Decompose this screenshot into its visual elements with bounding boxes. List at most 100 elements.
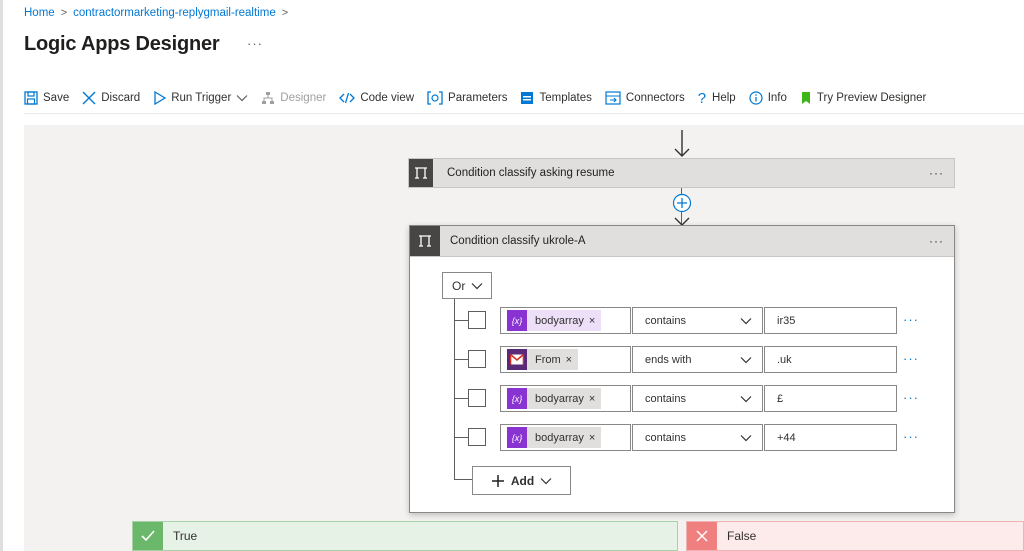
breadcrumb-home[interactable]: Home [24,7,55,19]
close-icon [82,91,96,105]
connectors-button[interactable]: Connectors [605,91,685,105]
designer-label: Designer [280,92,327,104]
true-branch-label: True [173,529,198,543]
breadcrumb-resource[interactable]: contractormarketing-replygmail-realtime [73,7,276,19]
chevron-down-icon [740,395,752,402]
operator-value: ends with [645,353,692,366]
info-label: Info [767,92,787,104]
row-more-button[interactable]: ··· [903,390,919,405]
condition-operator-select[interactable]: contains [632,385,763,412]
group-operator-value: Or [452,278,466,293]
false-branch-label: False [727,529,757,543]
card-more-button[interactable]: ··· [929,234,944,248]
templates-label: Templates [539,92,592,104]
dynamic-content-token: From × [507,349,579,370]
connectors-label: Connectors [625,92,685,104]
toolbar: Save Discard Run Trigger Designer Code v… [24,88,939,108]
close-icon [687,522,717,550]
insert-step-icon[interactable] [670,192,694,226]
save-button[interactable]: Save [24,91,69,105]
condition-right-operand[interactable]: +44 [764,424,897,451]
row-checkbox[interactable] [468,311,486,329]
chevron-down-icon [471,282,483,289]
tree-branch [454,320,468,321]
operator-value: contains [645,392,686,405]
chevron-down-icon [540,477,552,484]
dynamic-content-token: {x} bodyarray × [507,310,602,331]
add-condition-button[interactable]: Add [472,466,571,495]
row-checkbox[interactable] [468,350,486,368]
breadcrumb-separator: > [281,7,289,19]
card-title: Condition classify asking resume [447,167,615,179]
true-branch[interactable]: True [132,521,678,551]
row-checkbox[interactable] [468,428,486,446]
condition-right-operand[interactable]: £ [764,385,897,412]
operand-value: £ [777,392,784,405]
chevron-down-icon [740,356,752,363]
info-button[interactable]: Info [749,91,787,105]
condition-header[interactable]: Condition classify ukrole-A ··· [410,226,954,257]
parameters-icon [427,91,443,105]
help-label: Help [712,92,736,104]
condition-operator-select[interactable]: contains [632,424,763,451]
plus-icon [491,474,504,487]
condition-left-operand[interactable]: {x} bodyarray × [500,385,631,412]
templates-icon [521,92,534,104]
tree-branch [454,359,468,360]
code-icon [339,92,356,104]
help-button[interactable]: ? Help [698,90,736,107]
condition-icon [410,226,440,256]
group-operator-select[interactable]: Or [442,272,492,299]
row-checkbox[interactable] [468,389,486,407]
condition-icon [409,159,433,187]
row-more-button[interactable]: ··· [903,351,919,366]
arrow-down-icon [674,130,690,157]
chevron-down-icon [740,317,752,324]
remove-token-button[interactable]: × [566,354,572,366]
condition-left-operand[interactable]: {x} bodyarray × [500,424,631,451]
remove-token-button[interactable]: × [589,315,595,327]
try-preview-designer-button[interactable]: Try Preview Designer [800,91,926,105]
operand-value: +44 [777,431,796,444]
condition-left-operand[interactable]: From × [500,346,631,373]
false-branch[interactable]: False [686,521,1024,551]
condition-operator-select[interactable]: contains [632,307,763,334]
save-icon [24,91,38,105]
more-options-button[interactable]: ··· [247,36,263,51]
discard-button[interactable]: Discard [82,91,140,105]
help-icon: ? [697,89,707,107]
row-more-button[interactable]: ··· [903,312,919,327]
remove-token-button[interactable]: × [589,432,595,444]
condition-operator-select[interactable]: ends with [632,346,763,373]
save-label: Save [43,92,70,104]
designer-button[interactable]: Designer [261,91,326,105]
chevron-down-icon [740,434,752,441]
tree-branch [454,398,468,399]
token-label: bodyarray [535,314,584,327]
templates-button[interactable]: Templates [520,91,592,105]
card-more-button[interactable]: ··· [929,166,944,180]
play-icon [154,91,167,105]
breadcrumb-separator: > [60,7,68,19]
condition-right-operand[interactable]: ir35 [764,307,897,334]
chevron-down-icon [236,95,248,102]
code-view-button[interactable]: Code view [339,92,414,104]
discard-label: Discard [101,92,141,104]
dynamic-content-token: {x} bodyarray × [507,388,602,409]
parameters-button[interactable]: Parameters [427,91,507,105]
run-trigger-button[interactable]: Run Trigger [153,91,248,105]
dynamic-content-token: {x} bodyarray × [507,427,602,448]
bookmark-icon [801,92,810,104]
token-label: bodyarray [535,431,584,444]
variable-icon: {x} [507,388,527,409]
tree-line [454,299,455,479]
card-title: Condition classify ukrole-A [450,235,586,247]
condition-right-operand[interactable]: .uk [764,346,897,373]
remove-token-button[interactable]: × [589,393,595,405]
tree-branch [454,479,472,480]
row-more-button[interactable]: ··· [903,429,919,444]
condition-left-operand[interactable]: {x} bodyarray × [500,307,631,334]
variable-icon: {x} [507,310,527,331]
designer-icon [262,92,275,104]
condition-action-card[interactable]: Condition classify asking resume ··· [408,158,955,188]
